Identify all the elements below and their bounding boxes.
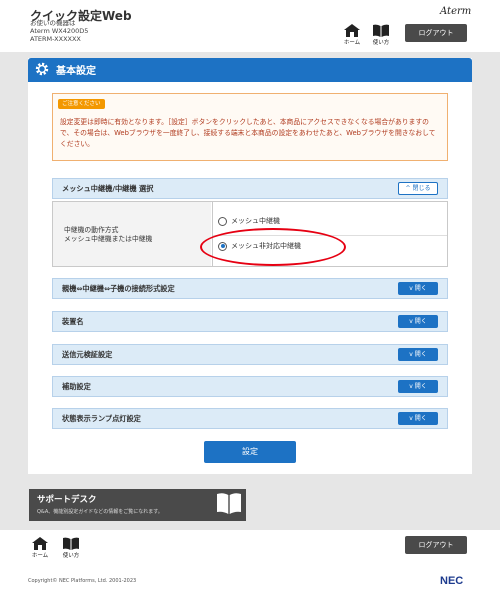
book-icon <box>63 537 79 550</box>
panel-title: 基本設定 <box>56 66 96 77</box>
open-label: 開く <box>414 351 427 358</box>
aterm-logo: Aterm <box>440 6 472 17</box>
footer-home-button[interactable]: ホーム <box>25 537 55 559</box>
set-button[interactable]: 設定 <box>204 441 296 463</box>
mesh-row-label: 中継機の動作方式 メッシュ中継機または中継機 <box>64 226 152 244</box>
footer-help-button[interactable]: 使い方 <box>56 537 86 559</box>
mesh-row-label-line2: メッシュ中継機または中継機 <box>64 235 153 243</box>
copyright: Copyright© NEC Platforms, Ltd. 2001-2023 <box>28 578 137 584</box>
mesh-section-label: メッシュ中継機/中継機 選択 <box>62 184 154 193</box>
mesh-section-close-button[interactable]: ^ 閉じる <box>398 182 438 195</box>
section-open-button[interactable]: v 開く <box>398 315 438 328</box>
footer-help-label: 使い方 <box>62 553 80 559</box>
section-device-name[interactable] <box>52 311 448 332</box>
caution-badge: ご注意ください <box>58 99 105 109</box>
section-label: 補助設定 <box>62 382 91 391</box>
home-icon <box>344 24 360 37</box>
open-label: 開く <box>414 318 427 325</box>
radio-option-mesh[interactable]: メッシュ中継機 <box>218 216 280 226</box>
help-nav-button[interactable]: 使い方 <box>366 24 396 46</box>
caution-text: 設定変更は即時に有効となります。［設定］ボタンをクリックしたあと、本商品にアクセ… <box>60 118 436 148</box>
open-label: 開く <box>414 285 427 292</box>
section-open-button[interactable]: v 開く <box>398 380 438 393</box>
home-icon <box>32 537 48 550</box>
footer-logout-button[interactable]: ログアウト <box>405 536 467 554</box>
section-label: 親機⇔中継機⇔子機の接続形式設定 <box>62 284 175 293</box>
section-label: 状態表示ランプ点灯設定 <box>62 414 141 423</box>
help-nav-label: 使い方 <box>372 40 390 46</box>
section-open-button[interactable]: v 開く <box>398 348 438 361</box>
device-model: Aterm WX4200D5 <box>30 27 89 35</box>
section-auxiliary[interactable] <box>52 376 448 397</box>
close-label: 閉じる <box>412 185 431 192</box>
footer-home-label: ホーム <box>31 553 49 559</box>
mesh-row-label-line1: 中継機の動作方式 <box>64 226 119 234</box>
support-subtitle: Q&A、機能別設定ガイドなどの情報をご覧になれます。 <box>37 509 163 515</box>
section-open-button[interactable]: v 開く <box>398 412 438 425</box>
section-label: 送信元検証設定 <box>62 350 113 359</box>
radio-label: メッシュ中継機 <box>231 217 280 225</box>
book-icon <box>217 493 241 514</box>
device-label: お使いの機器は <box>30 19 76 27</box>
book-icon <box>373 24 389 37</box>
support-title: サポートデスク <box>37 495 97 505</box>
logout-button[interactable]: ログアウト <box>405 24 467 42</box>
nec-logo: NEC <box>440 575 464 587</box>
section-open-button[interactable]: v 開く <box>398 282 438 295</box>
open-label: 開く <box>414 383 427 390</box>
highlight-ellipse <box>200 228 346 266</box>
home-nav-label: ホーム <box>343 40 361 46</box>
home-nav-button[interactable]: ホーム <box>337 24 367 46</box>
open-label: 開く <box>414 415 427 422</box>
gear-icon <box>35 62 49 76</box>
section-label: 装置名 <box>62 317 84 326</box>
device-id: ATERM-XXXXXX <box>30 35 81 43</box>
radio-button[interactable] <box>218 216 227 226</box>
